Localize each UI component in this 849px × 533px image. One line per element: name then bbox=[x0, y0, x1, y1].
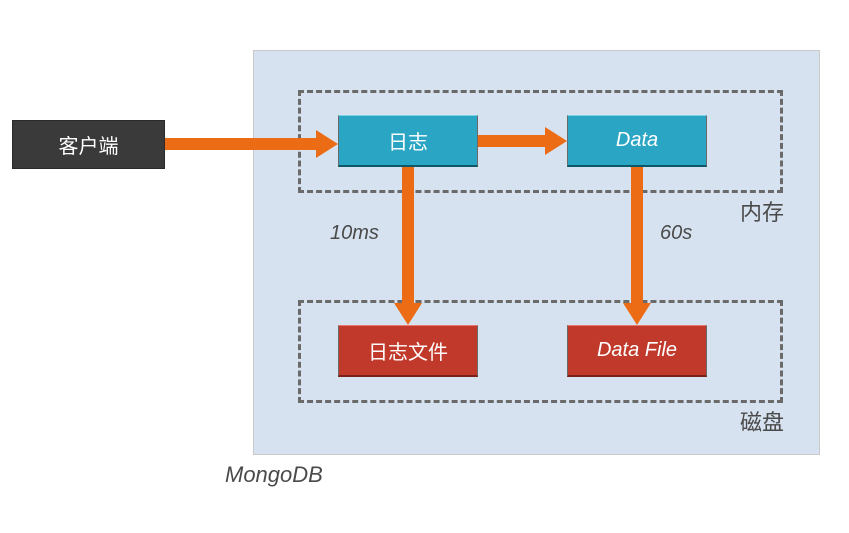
diagram-canvas: MongoDB 内存 磁盘 客户端 日志 Data 日志文件 Data File… bbox=[0, 0, 849, 533]
arrow-head-icon bbox=[394, 303, 422, 325]
client-node: 客户端 bbox=[12, 120, 165, 169]
mongodb-label: MongoDB bbox=[225, 462, 323, 488]
arrow-shaft bbox=[631, 167, 643, 303]
memory-group-label: 内存 bbox=[740, 195, 784, 227]
log-memory-label: 日志 bbox=[388, 126, 428, 155]
arrow-head-icon bbox=[623, 303, 651, 325]
arrow-shaft bbox=[478, 135, 545, 147]
arrow-head-icon bbox=[316, 130, 338, 158]
client-node-label: 客户端 bbox=[59, 130, 119, 159]
data-file-label: Data File bbox=[597, 339, 677, 362]
arrow-head-icon bbox=[545, 127, 567, 155]
arrow-shaft bbox=[402, 167, 414, 303]
log-file-node: 日志文件 bbox=[338, 325, 478, 377]
arrow-shaft bbox=[165, 138, 316, 150]
log-file-label: 日志文件 bbox=[368, 336, 448, 365]
disk-group-label: 磁盘 bbox=[740, 405, 784, 437]
data-memory-node: Data bbox=[567, 115, 707, 167]
log-flush-interval: 10ms bbox=[330, 222, 379, 245]
data-memory-label: Data bbox=[616, 129, 658, 152]
data-file-node: Data File bbox=[567, 325, 707, 377]
log-memory-node: 日志 bbox=[338, 115, 478, 167]
data-flush-interval: 60s bbox=[660, 222, 692, 245]
